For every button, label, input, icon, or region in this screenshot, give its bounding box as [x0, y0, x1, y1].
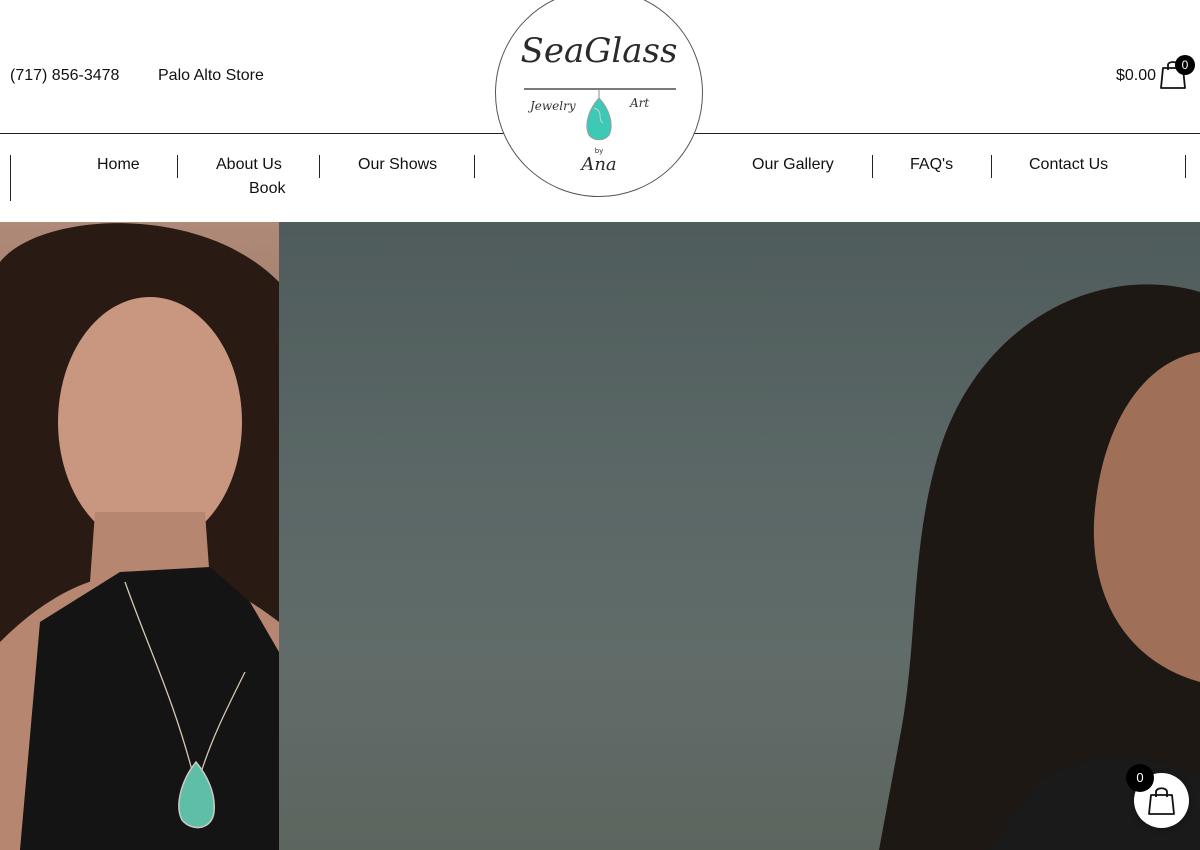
- site-logo[interactable]: SeaGlass Jewelry Art by Ana: [495, 0, 703, 197]
- nav-our-gallery[interactable]: Our Gallery: [752, 156, 834, 174]
- nav-divider: [474, 155, 475, 178]
- nav-about-us[interactable]: About Us: [216, 156, 282, 174]
- logo-brand: SeaGlass: [521, 31, 678, 71]
- nav-home[interactable]: Home: [97, 156, 140, 174]
- logo-graphic: SeaGlass Jewelry Art by Ana: [521, 31, 678, 175]
- hero-image-right: [279, 222, 1200, 850]
- floating-cart-count-badge: 0: [1126, 764, 1154, 792]
- nav-divider: [10, 155, 11, 201]
- logo-signature: Ana: [579, 154, 616, 175]
- phone-link[interactable]: (717) 856-3478: [10, 67, 119, 85]
- nav-divider: [991, 155, 992, 178]
- store-link[interactable]: Palo Alto Store: [158, 67, 264, 85]
- nav-divider: [177, 155, 178, 178]
- nav-divider: [319, 155, 320, 178]
- nav-divider: [872, 155, 873, 178]
- site-header: (717) 856-3478 Palo Alto Store Home Abou…: [0, 0, 1200, 222]
- logo-art: Art: [629, 96, 649, 110]
- nav-faqs[interactable]: FAQ's: [910, 156, 953, 174]
- hero-banner: [0, 222, 1200, 850]
- nav-divider: [1185, 155, 1186, 178]
- nav-book[interactable]: Book: [249, 180, 285, 198]
- nav-contact-us[interactable]: Contact Us: [1029, 156, 1108, 174]
- hero-image-left: [0, 222, 279, 850]
- cart-count-badge: 0: [1175, 55, 1195, 75]
- logo-jewelry: Jewelry: [527, 99, 576, 113]
- nav-our-shows[interactable]: Our Shows: [358, 156, 437, 174]
- cart-total[interactable]: $0.00: [1116, 67, 1156, 85]
